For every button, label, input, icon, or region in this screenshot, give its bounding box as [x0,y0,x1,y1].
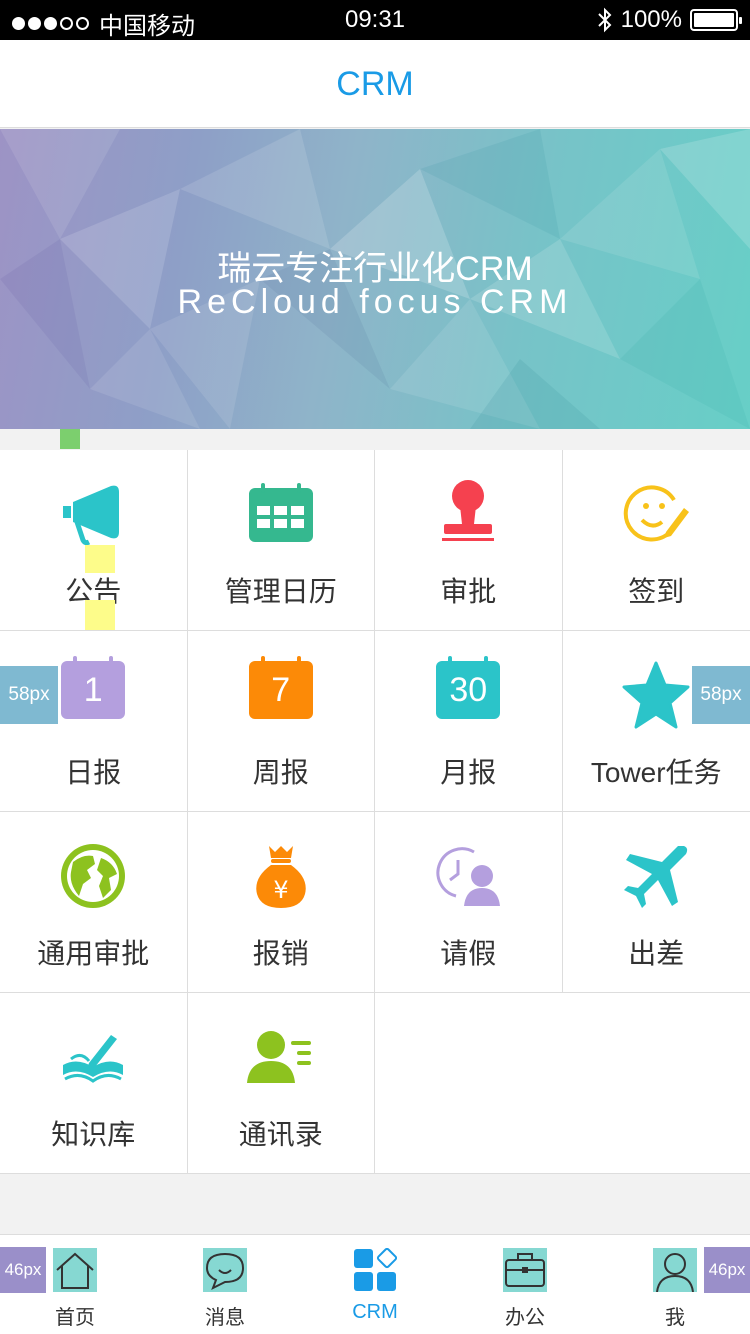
page-title: CRM [336,65,414,103]
user-icon [653,1248,697,1292]
spacing-annotation: 46px [704,1247,750,1293]
grid-item-label: 月报 [440,757,497,788]
grid-item-label: 审批 [440,576,497,607]
grid-item-label: 日报 [65,757,122,788]
calendar-7-icon: 7 [248,656,313,719]
bluetooth-icon [597,7,612,33]
tab-label: 办公 [505,1307,545,1329]
tab-bar: 首页 消息 CRM 办公 我 [0,1234,750,1334]
tab-office[interactable]: 办公 [450,1235,600,1334]
briefcase-icon [503,1248,547,1292]
grid-row: 通用审批 ¥ 报销 请假 出差 [0,812,750,993]
grid-item-approval[interactable]: 审批 [375,450,563,630]
grid-item-label: 请假 [440,938,497,969]
grid-item-monthly-report[interactable]: 30 月报 [375,631,563,811]
tab-label: 首页 [55,1307,95,1329]
smiley-pencil-icon [624,485,690,542]
battery-percent: 100% [620,6,682,33]
crm-grid-icon [354,1248,397,1291]
grid-item-general-approval[interactable]: 通用审批 [0,812,188,992]
megaphone-icon [63,485,120,546]
grid-item-label: 通用审批 [37,938,150,969]
tab-label: CRM [352,1301,398,1323]
grid-row: 1 日报 7 周报 30 月报 Tower任务 [0,631,750,812]
clock-person-icon [436,847,501,906]
calendar-30-icon: 30 [436,656,501,719]
grid-item-label: 出差 [628,938,685,969]
tab-crm[interactable]: CRM [300,1235,450,1334]
grid-item-leave[interactable]: 请假 [375,812,563,992]
grid-item-weekly-report[interactable]: 7 周报 [188,631,375,811]
chat-icon [203,1248,247,1292]
grid-item-management-calendar[interactable]: 管理日历 [188,450,375,630]
grid-item-label: Tower任务 [590,757,722,788]
grid-item-label: 周报 [252,757,309,788]
grid-item-label: 报销 [252,938,309,969]
spacing-annotation: 58px [692,666,750,724]
spacing-annotation: 58px [0,666,58,724]
grid-item-label: 知识库 [51,1119,136,1150]
spacing-marker-yellow [85,545,115,573]
nav-bar: CRM [0,40,750,128]
carrier-label: 中国移动 [99,13,195,40]
airplane-icon [624,846,688,908]
book-pen-icon [63,1035,124,1083]
svg-text:¥: ¥ [273,876,288,904]
spacing-annotation: 46px [0,1247,46,1293]
tab-messages[interactable]: 消息 [150,1235,300,1334]
calendar-icon [248,483,313,542]
grid-item-contacts[interactable]: 通讯录 [188,993,375,1173]
home-icon [53,1248,97,1292]
banner[interactable]: 瑞云专注行业化CRM ReCloud focus CRM [0,129,750,429]
grid-item-label: 签到 [628,576,685,607]
tab-label: 消息 [205,1307,245,1329]
globe-icon [61,844,126,908]
grid-item-label: 管理日历 [224,576,337,607]
grid-item-knowledge-base[interactable]: 知识库 [0,993,188,1173]
grid-item-business-trip[interactable]: 出差 [563,812,750,992]
stamp-icon [442,480,495,541]
grid-item-reimbursement[interactable]: ¥ 报销 [188,812,375,992]
contacts-icon [246,1031,311,1083]
star-icon [622,661,690,729]
grid-item-label: 通讯录 [238,1119,323,1150]
grid-item-check-in[interactable]: 签到 [563,450,750,630]
tab-label: 我 [665,1307,685,1329]
calendar-1-icon: 1 [61,656,126,719]
status-bar: 中国移动 09:31 100% [0,0,750,40]
signal-strength-icon [12,17,89,30]
money-bag-icon: ¥ [256,846,306,908]
spacing-marker-yellow [85,600,115,630]
battery-icon [690,9,742,31]
spacing-marker-green [60,429,80,449]
grid-row: 知识库 通讯录 [0,993,750,1174]
banner-subtitle: ReCloud focus CRM [177,283,573,321]
grid-empty-area [375,993,750,1173]
